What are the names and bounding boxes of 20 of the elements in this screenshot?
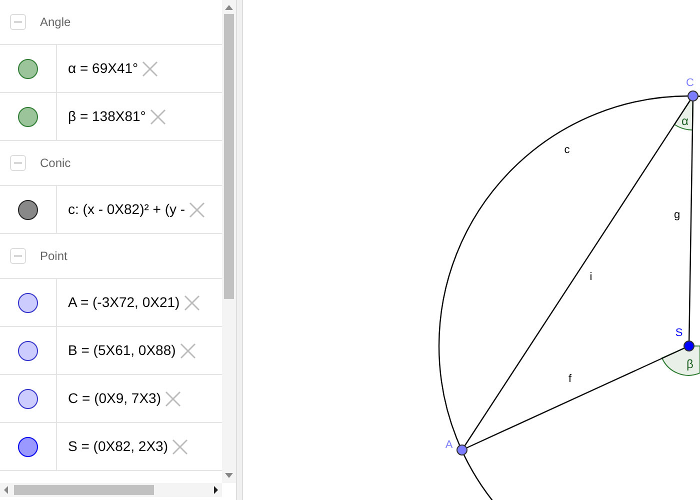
group-title: Point xyxy=(40,248,68,265)
algebra-value[interactable]: B = (5X61, 0X88) xyxy=(68,340,176,361)
angle-label: β xyxy=(686,357,694,371)
segment-label: i xyxy=(590,271,592,283)
algebra-value[interactable]: A = (-3X72, 0X21) xyxy=(68,292,180,313)
point-label: A xyxy=(445,439,453,451)
group-title: Conic xyxy=(40,155,71,172)
point-label: C xyxy=(686,77,694,89)
segment-label: f xyxy=(568,373,572,385)
algebra-value[interactable]: α = 69X41° xyxy=(68,58,138,79)
segment-label: g xyxy=(674,209,680,221)
graphics-canvas[interactable]: C S A c g i f α β xyxy=(243,0,700,500)
algebra-value[interactable]: S = (0X82, 2X3) xyxy=(68,436,168,457)
angle-label: α xyxy=(682,114,688,128)
algebra-value[interactable]: β = 138X81° xyxy=(68,106,146,127)
segment-label: c xyxy=(564,144,570,156)
point-label: S xyxy=(675,327,683,339)
group-title: Angle xyxy=(40,14,71,31)
algebra-value[interactable]: c: (x - 0X82)² + (y - xyxy=(68,199,186,220)
algebra-value[interactable]: C = (0X9, 7X3) xyxy=(68,388,161,409)
